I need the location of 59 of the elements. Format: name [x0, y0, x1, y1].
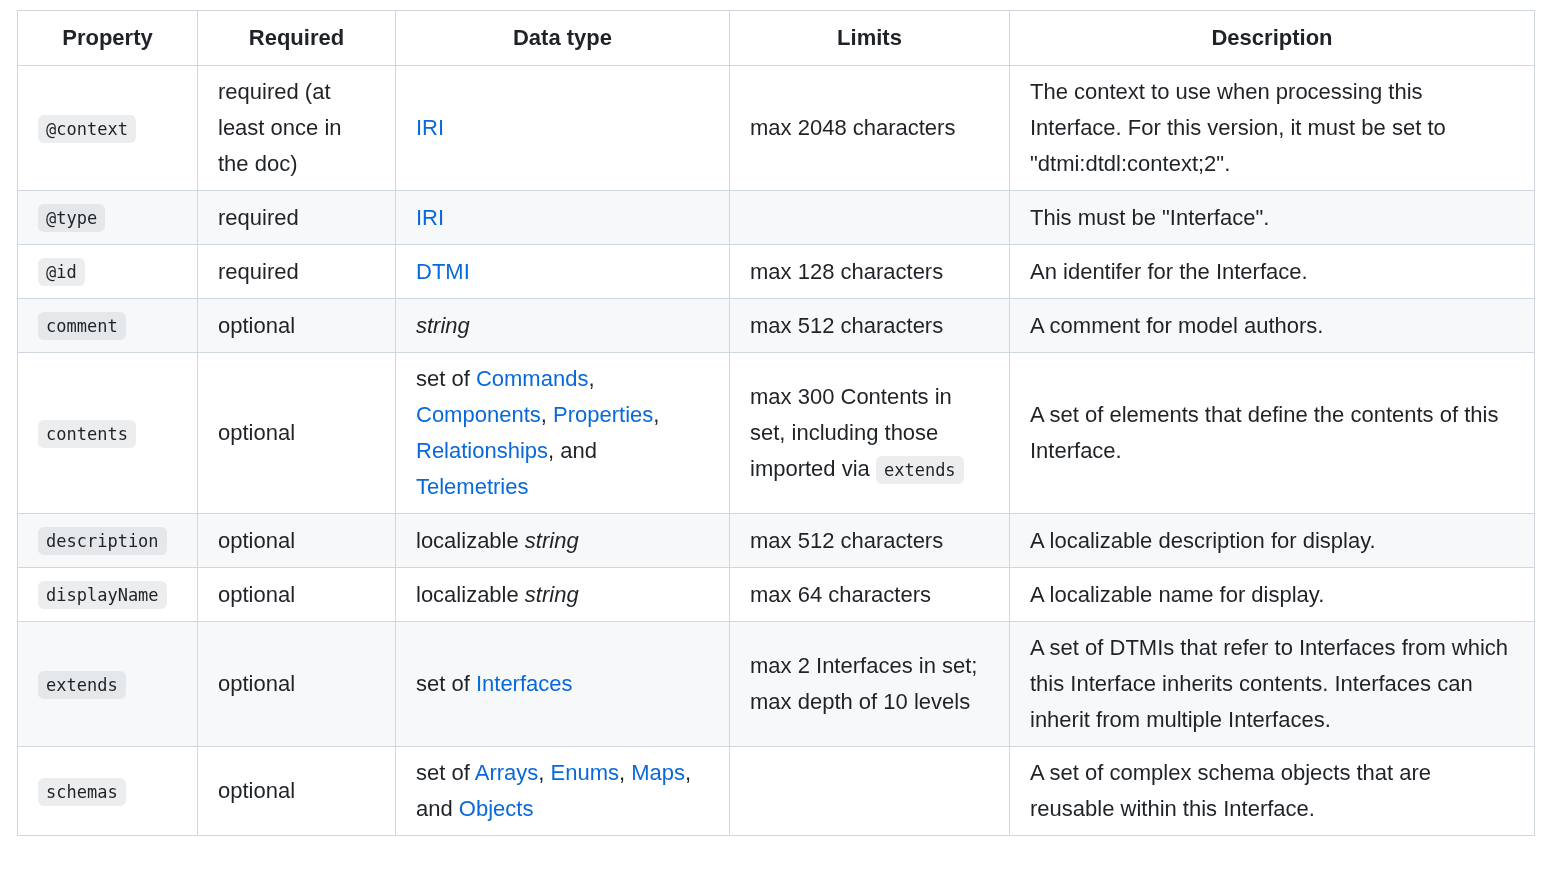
table-cell: This must be "Interface". [1009, 190, 1535, 245]
table-cell: localizable string [395, 513, 730, 568]
type-link[interactable]: Telemetries [416, 474, 529, 499]
table-cell: A set of complex schema objects that are reusable within this Interface. [1009, 746, 1535, 836]
table-cell: required (at least once in the doc) [197, 65, 396, 191]
type-link[interactable]: Enums [550, 760, 619, 785]
table-cell: set of Interfaces [395, 621, 730, 747]
table-cell: string [395, 298, 730, 353]
table-cell: A localizable description for display. [1009, 513, 1535, 568]
column-header: Description [1009, 10, 1535, 66]
property-code: extends [38, 670, 126, 699]
code-chip: extends [875, 455, 964, 484]
table-cell: optional [197, 298, 396, 353]
property-code: @context [38, 114, 136, 143]
type-link[interactable]: Commands [475, 366, 589, 391]
table-cell: optional [197, 567, 396, 622]
table-cell: max 64 characters [729, 567, 1010, 622]
table-cell: max 512 characters [729, 298, 1010, 353]
table-cell: A set of DTMIs that refer to Interfaces from which this Interface inherits contents. Interfaces can inherit from multiple Interfaces. [1009, 621, 1535, 747]
table-cell: max 300 Contents in set, including those imported via extends [729, 352, 1010, 514]
column-header: Limits [729, 10, 1010, 66]
table-cell: required [197, 244, 396, 299]
table-cell: set of Arrays, Enums, Maps, and Objects [395, 746, 730, 836]
type-link[interactable]: IRI [416, 115, 445, 140]
type-link[interactable]: Maps [631, 760, 686, 785]
type-link[interactable]: Interfaces [475, 671, 573, 696]
column-header: Required [197, 10, 396, 66]
table-cell: max 2048 characters [729, 65, 1010, 191]
table-cell: set of Commands, Components, Properties, Relationships, and Telemetries [395, 352, 730, 514]
table-cell: optional [197, 352, 396, 514]
property-code: description [38, 527, 167, 555]
property-code: @type [38, 204, 106, 232]
property-code: schemas [38, 777, 126, 806]
table-cell: max 128 characters [729, 244, 1010, 299]
table-cell: optional [197, 746, 396, 836]
table-cell: optional [197, 621, 396, 747]
type-link[interactable]: IRI [416, 204, 445, 230]
type-link[interactable]: Properties [553, 402, 654, 427]
type-link[interactable]: DTMI [416, 258, 470, 284]
type-link[interactable]: Objects [458, 796, 534, 821]
type-link[interactable]: Arrays [474, 760, 539, 785]
property-code: @id [38, 258, 85, 286]
table-cell: A localizable name for display. [1009, 567, 1535, 622]
table-cell: max 512 characters [729, 513, 1010, 568]
column-header: Data type [395, 10, 730, 66]
table-cell: The context to use when processing this Interface. For this version, it must be set to "dtmi:dtdl:context;2". [1009, 65, 1535, 191]
type-link[interactable]: Components [416, 402, 541, 427]
table-cell: max 2 Interfaces in set; max depth of 10 levels [729, 621, 1010, 747]
table-cell: A set of elements that define the contents of this Interface. [1009, 352, 1535, 514]
property-code: displayName [38, 581, 167, 609]
table-cell: required [197, 190, 396, 245]
property-code: comment [38, 312, 126, 340]
table-cell: optional [197, 513, 396, 568]
table-cell: A comment for model authors. [1009, 298, 1535, 353]
table-cell: localizable string [395, 567, 730, 622]
column-header: Property [17, 10, 198, 66]
property-code: contents [38, 419, 136, 448]
table-cell: An identifer for the Interface. [1009, 244, 1535, 299]
type-link[interactable]: Relationships [416, 438, 549, 463]
